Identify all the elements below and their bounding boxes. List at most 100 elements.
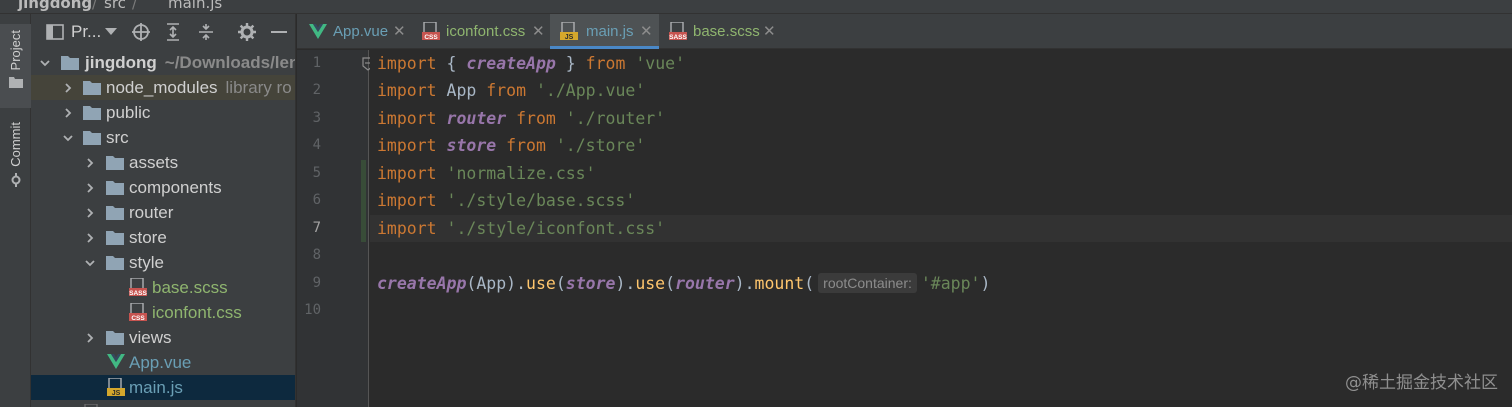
breadcrumb-file[interactable]: main.js	[168, 0, 222, 12]
keyword: from	[585, 54, 626, 73]
close-icon[interactable]: ✕	[393, 22, 406, 40]
tree-item-base-scss[interactable]: SASS base.scss	[31, 275, 295, 300]
line-number: 3	[312, 110, 321, 126]
sass-file-icon: SASS	[129, 278, 147, 297]
chevron-right-icon[interactable]	[85, 158, 95, 168]
editor-gutter[interactable]: 1 2 3 4 5 6 7 8 9 10	[297, 50, 374, 407]
project-panel: Pr... jingdong ~/Downloads/leng node_modu…	[31, 14, 296, 407]
keyword: import	[377, 54, 437, 73]
collapse-all-icon[interactable]	[196, 22, 216, 42]
chevron-right-icon[interactable]	[85, 183, 95, 193]
folder-icon	[106, 331, 124, 345]
punct: )	[980, 274, 991, 293]
close-icon[interactable]: ✕	[763, 22, 776, 40]
tab-app-vue[interactable]: App.vue ✕	[297, 14, 410, 49]
string: './App.vue'	[535, 81, 646, 100]
tab-base-scss[interactable]: SASS base.scss ✕	[659, 14, 784, 49]
string: './style/base.scss'	[446, 191, 636, 210]
tree-item-label: router	[129, 203, 174, 222]
string: './router'	[565, 109, 666, 128]
commit-tool-label: Commit	[8, 122, 23, 167]
keyword: from	[486, 81, 527, 100]
expand-all-icon[interactable]	[163, 22, 183, 42]
chevron-right-icon[interactable]	[63, 108, 73, 118]
chevron-down-icon[interactable]	[63, 133, 73, 143]
tree-item-router[interactable]: router	[31, 200, 295, 225]
code-line: import { createApp } from 'vue'	[377, 50, 685, 77]
project-tool-tab[interactable]: Project	[0, 24, 31, 108]
navigation-bar: jingdong / src / main.js	[0, 0, 1512, 14]
method: use	[526, 274, 556, 293]
code-editor[interactable]: import { createApp } from 'vue' import A…	[370, 50, 1512, 407]
tree-item-jingdong[interactable]: jingdong ~/Downloads/leng	[31, 50, 296, 75]
string: './style/iconfont.css'	[446, 219, 666, 238]
code-line: import './style/base.scss'	[377, 187, 635, 214]
line-number: 8	[312, 247, 321, 263]
tree-item-label: main.js	[129, 378, 183, 397]
project-view-title[interactable]: Pr...	[71, 22, 101, 42]
tree-item-label: iconfont.css	[152, 303, 242, 322]
tab-label: iconfont.css	[446, 23, 526, 40]
string: '#app'	[920, 274, 981, 293]
chevron-down-icon[interactable]	[40, 58, 50, 68]
tree-item-label: node_modules	[106, 78, 218, 97]
tree-item-label: assets	[129, 153, 179, 172]
folder-icon	[83, 131, 101, 145]
commit-tool-tab[interactable]: Commit	[0, 118, 31, 202]
keyword: import	[377, 219, 437, 238]
chevron-down-icon[interactable]	[101, 22, 121, 42]
tab-main-js[interactable]: JS main.js ✕	[550, 14, 659, 49]
identifier: createApp	[466, 54, 556, 73]
line-number: 6	[312, 192, 321, 208]
tree-item-store[interactable]: store	[31, 225, 295, 250]
tab-iconfont-css[interactable]: CSS iconfont.css ✕	[410, 14, 550, 49]
identifier: createApp	[377, 274, 467, 293]
watermark: @稀土掘金技术社区	[1345, 373, 1498, 393]
breadcrumb-separator: /	[92, 0, 98, 12]
code-line: import store from './store'	[377, 132, 645, 159]
punct: {	[436, 54, 467, 73]
tree-item-main-js[interactable]: JS main.js	[31, 375, 295, 400]
tree-item-node-modules[interactable]: node_modules library ro	[31, 75, 295, 100]
project-view-icon[interactable]	[45, 22, 65, 42]
chevron-right-icon[interactable]	[63, 83, 73, 93]
folder-icon	[106, 231, 124, 245]
chevron-down-icon[interactable]	[85, 258, 95, 268]
tree-item-iconfont-css[interactable]: CSS iconfont.css	[31, 300, 295, 325]
chevron-right-icon[interactable]	[85, 233, 95, 243]
chevron-right-icon[interactable]	[85, 208, 95, 218]
locate-file-icon[interactable]	[131, 22, 151, 42]
minimize-icon[interactable]	[269, 22, 289, 42]
tree-item-public[interactable]: public	[31, 100, 295, 125]
tree-item-components[interactable]: components	[31, 175, 295, 200]
tree-item-path: ~/Downloads/leng	[164, 53, 296, 72]
breadcrumb-src[interactable]: src	[104, 0, 126, 12]
breadcrumb-project[interactable]: jingdong	[18, 0, 92, 12]
tree-item-src[interactable]: src	[31, 125, 295, 150]
keyword: from	[506, 136, 546, 155]
vcs-change-marker[interactable]	[361, 160, 366, 242]
tree-item-label: base.scss	[152, 278, 228, 297]
vue-file-icon	[309, 24, 327, 39]
tree-item-style[interactable]: style	[31, 250, 295, 275]
svg-text:CSS: CSS	[424, 34, 438, 41]
method: mount	[754, 274, 805, 293]
punct: ).	[615, 274, 636, 293]
gear-icon[interactable]	[237, 22, 257, 42]
folder-icon	[106, 156, 124, 170]
punct: (	[804, 274, 815, 293]
tree-item-partial	[31, 400, 295, 407]
tree-item-views[interactable]: views	[31, 325, 295, 350]
chevron-right-icon[interactable]	[85, 333, 95, 343]
close-icon[interactable]: ✕	[532, 22, 545, 40]
keyword: import	[377, 164, 437, 183]
line-number: 2	[312, 82, 321, 98]
keyword: import	[377, 136, 437, 155]
tree-item-app-vue[interactable]: App.vue	[31, 350, 295, 375]
close-icon[interactable]: ✕	[640, 22, 653, 40]
tree-item-assets[interactable]: assets	[31, 150, 295, 175]
code-line: createApp(App).use(store).use(router).mo…	[377, 270, 990, 297]
